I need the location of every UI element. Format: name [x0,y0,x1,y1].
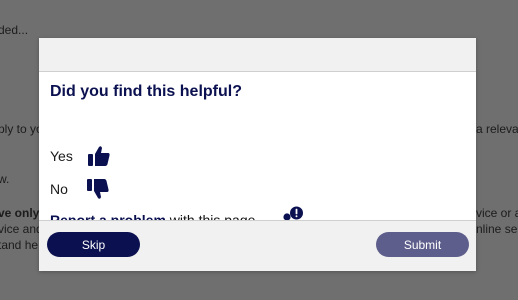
no-label: No [50,181,68,197]
yes-option[interactable]: Yes [50,146,110,166]
no-option[interactable]: No [50,179,109,199]
thumbs-down-icon[interactable] [86,177,110,201]
bg-text-line: tand he [0,238,39,252]
dialog-header [39,38,476,72]
thumbs-up-icon[interactable] [87,144,111,168]
feedback-dialog: Did you find this helpful? Yes No Report… [39,38,476,271]
bg-text-line: nline se [476,222,518,236]
dialog-footer: Skip Submit [39,220,476,271]
bg-text-line: a releva [476,122,518,136]
bg-text-line: w. [0,172,10,186]
bg-text-line: ply to yo [0,122,43,136]
bg-text-line: vice or a [476,206,518,220]
bg-text-line: ve only [0,206,40,220]
dialog-body: Did you find this helpful? Yes No Report… [39,72,476,228]
submit-button[interactable]: Submit [376,232,469,257]
yes-label: Yes [50,148,73,164]
bg-text-line: vice and [0,222,43,236]
feedback-heading: Did you find this helpful? [50,83,242,100]
bg-text-line: ded... [0,23,29,37]
skip-button[interactable]: Skip [47,232,140,257]
